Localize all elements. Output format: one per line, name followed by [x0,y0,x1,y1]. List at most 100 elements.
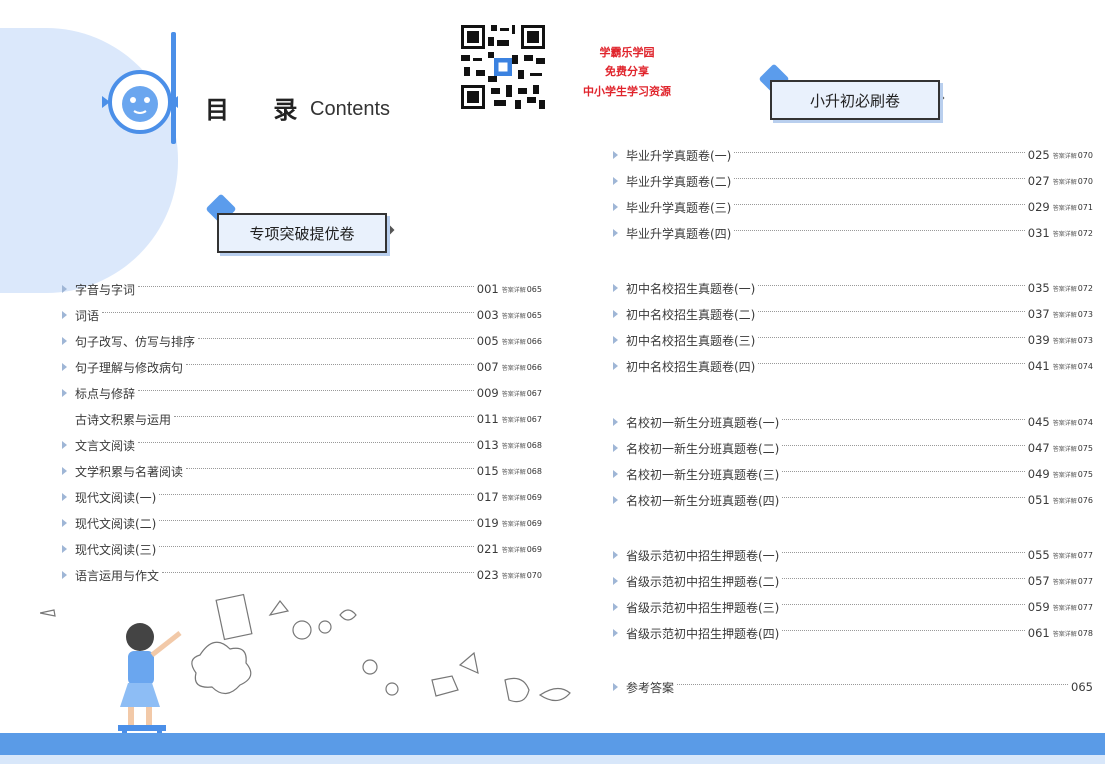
answer-page-number: 070 [1077,176,1093,186]
toc-row[interactable]: 名校初一新生分班真题卷(四) 051 答案详解 076 [613,487,1093,513]
toc-row[interactable]: 毕业升学真题卷(二) 027 答案详解 070 [613,168,1093,194]
toc-item-title: 语言运用与作文 [75,568,160,583]
answer-label: 答案详解 [1052,578,1077,586]
toc-item-title: 文言文阅读 [75,438,136,453]
toc-item-title: 名校初一新生分班真题卷(三) [626,467,780,482]
toc-page-number: 035 [1027,281,1050,295]
toc-item-title: 参考答案 [626,680,675,695]
answer-page-number: 072 [1077,228,1093,238]
toc-row[interactable]: 省级示范初中招生押题卷(三) 059 答案详解 077 [613,594,1093,620]
toc-row[interactable]: 名校初一新生分班真题卷(三) 049 答案详解 075 [613,461,1093,487]
answer-page-number: 077 [1077,576,1093,586]
toc-row[interactable]: 省级示范初中招生押题卷(一) 055 答案详解 077 [613,542,1093,568]
answer-label: 答案详解 [501,494,526,502]
bullet-icon [613,577,618,585]
toc-row[interactable]: 省级示范初中招生押题卷(四) 061 答案详解 078 [613,620,1093,646]
toc-row[interactable]: 古诗文积累与运用 011 答案详解 067 [62,406,542,432]
leader-dots [174,415,474,417]
leader-dots [782,418,1025,420]
toc-row[interactable]: 词语 003 答案详解 065 [62,302,542,328]
toc-row[interactable]: 毕业升学真题卷(三) 029 答案详解 071 [613,194,1093,220]
answer-page-number: 076 [1077,495,1093,505]
toc-page-number: 041 [1027,359,1050,373]
toc-row[interactable]: 字音与字词 001 答案详解 065 [62,276,542,302]
answer-page-number: 066 [526,336,542,346]
toc-row[interactable]: 现代文阅读(三) 021 答案详解 069 [62,536,542,562]
toc-page-number: 015 [476,464,499,478]
toc-item-title: 毕业升学真题卷(一) [626,148,732,163]
answer-page-number: 065 [526,284,542,294]
toc-item-title: 古诗文积累与运用 [75,412,172,427]
toc-row[interactable]: 现代文阅读(一) 017 答案详解 069 [62,484,542,510]
answer-page-number: 065 [526,310,542,320]
toc-item-title: 现代文阅读(三) [75,542,157,557]
toc-page-number: 059 [1027,600,1050,614]
bullet-icon [613,444,618,452]
answer-label: 答案详解 [501,572,526,580]
answer-page-number: 074 [1077,361,1093,371]
toc-row[interactable]: 文学积累与名著阅读 015 答案详解 068 [62,458,542,484]
answer-label: 答案详解 [1052,630,1077,638]
toc-row[interactable]: 句子理解与修改病句 007 答案详解 066 [62,354,542,380]
toc-item-title: 名校初一新生分班真题卷(四) [626,493,780,508]
leader-dots [758,336,1025,338]
toc-row[interactable]: 名校初一新生分班真题卷(一) 045 答案详解 074 [613,409,1093,435]
answer-label: 答案详解 [1052,604,1077,612]
answer-label: 答案详解 [501,312,526,320]
toc-item-title: 字音与字词 [75,282,136,297]
bullet-icon [62,571,67,579]
toc-item-title: 省级示范初中招生押题卷(一) [626,548,780,563]
answer-label: 答案详解 [501,416,526,424]
bullet-icon [62,493,67,501]
toc-row[interactable]: 标点与修辞 009 答案详解 067 [62,380,542,406]
toc-row[interactable]: 初中名校招生真题卷(四) 041 答案详解 074 [613,353,1093,379]
answer-label: 答案详解 [1052,552,1077,560]
qr-code-icon [458,22,548,112]
toc-row[interactable]: 毕业升学真题卷(一) 025 答案详解 070 [613,142,1093,168]
leader-dots [734,229,1025,231]
leader-dots [198,337,474,339]
answer-label: 答案详解 [1052,230,1077,238]
toc-page-number: 055 [1027,548,1050,562]
toc-page-number: 019 [476,516,499,530]
footer-band [0,733,1105,755]
bullet-icon [62,337,67,345]
toc-row[interactable]: 句子改写、仿写与排序 005 答案详解 066 [62,328,542,354]
leader-dots [782,496,1025,498]
toc-row[interactable]: 初中名校招生真题卷(一) 035 答案详解 072 [613,275,1093,301]
answer-label: 答案详解 [501,364,526,372]
answer-page-number: 070 [526,570,542,580]
toc-page-number: 027 [1027,174,1050,188]
bullet-icon [613,284,618,292]
leader-dots [782,577,1025,579]
answer-page-number: 066 [526,362,542,372]
toc-page-number: 013 [476,438,499,452]
toc-page-number: 031 [1027,226,1050,240]
promo-line-2: 免费分享 [605,65,649,78]
toc-row[interactable]: 文言文阅读 013 答案详解 068 [62,432,542,458]
answer-label: 答案详解 [501,442,526,450]
toc-row[interactable]: 毕业升学真题卷(四) 031 答案详解 072 [613,220,1093,246]
answer-page-number: 071 [1077,202,1093,212]
toc-row[interactable]: 初中名校招生真题卷(三) 039 答案详解 073 [613,327,1093,353]
answer-page-number: 077 [1077,602,1093,612]
toc-page-number: 001 [476,282,499,296]
toc-right-group-1: 毕业升学真题卷(一) 025 答案详解 070 毕业升学真题卷(二) 027 答案详解 070… [613,142,1093,246]
toc-item-title: 初中名校招生真题卷(二) [626,307,756,322]
toc-page-number: 005 [476,334,499,348]
leader-dots [758,310,1025,312]
toc-row[interactable]: 名校初一新生分班真题卷(二) 047 答案详解 075 [613,435,1093,461]
leader-dots [162,571,474,573]
bullet-icon [613,629,618,637]
toc-row[interactable]: 初中名校招生真题卷(二) 037 答案详解 073 [613,301,1093,327]
toc-row[interactable]: 现代文阅读(二) 019 答案详解 069 [62,510,542,536]
toc-row[interactable]: 省级示范初中招生押题卷(二) 057 答案详解 077 [613,568,1093,594]
bullet-icon [62,363,67,371]
bullet-icon [62,311,67,319]
toc-row[interactable]: 参考答案 065 [613,674,1093,700]
toc-item-title: 名校初一新生分班真题卷(二) [626,441,780,456]
answer-page-number: 069 [526,492,542,502]
toc-item-title: 名校初一新生分班真题卷(一) [626,415,780,430]
answer-label: 答案详解 [1052,497,1077,505]
bullet-icon [613,336,618,344]
